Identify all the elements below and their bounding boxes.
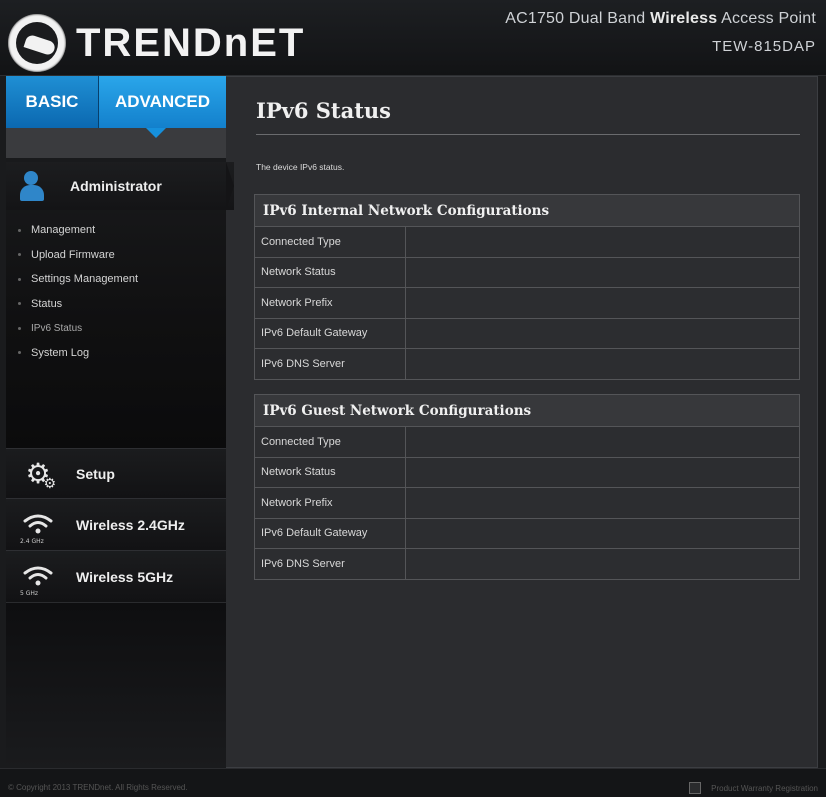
table-row: Network Prefix [254,287,800,319]
product-line: AC1750 Dual Band Wireless Access Point [505,10,816,28]
table-row: IPv6 DNS Server [254,348,800,380]
bullet-icon [18,302,21,306]
product-line-prefix: AC1750 Dual Band [505,10,651,27]
row-value [405,287,800,319]
trendnet-logo[interactable]: TRENDnET [8,14,305,72]
sidebar-item-upload-firmware[interactable]: Upload Firmware [18,243,138,268]
sidebar-item-label: IPv6 Status [31,322,83,334]
tab-indicator-strip [6,128,226,158]
sidebar-item-management[interactable]: Management [18,218,138,243]
wifi-glyph [23,566,53,585]
wireless-5ghz-label: Wireless 5GHz [76,568,174,585]
row-label: IPv6 Default Gateway [254,317,406,349]
band-label: 2.4 GHz [20,537,44,545]
sidebar-section-wireless-5ghz[interactable]: 5 GHz Wireless 5GHz [6,550,226,602]
brand-name: TRENDnET [76,21,306,65]
row-value [405,348,800,380]
ipv6-internal-table: IPv6 Internal Network Configurations Con… [254,194,800,380]
table-heading: IPv6 Guest Network Configurations [254,394,800,427]
row-value [405,548,800,580]
header: TRENDnET AC1750 Dual Band Wireless Acces… [0,0,826,76]
table-row: Network Status [254,256,800,288]
sidebar-item-label: Status [31,297,63,310]
row-label: IPv6 Default Gateway [254,517,406,549]
sidebar-section-administrator[interactable]: Administrator [6,162,234,210]
row-value [405,426,800,458]
product-line-suffix: Access Point [717,10,816,27]
sidebar-filler [6,602,226,768]
row-value [405,517,800,549]
table-row: Connected Type [254,226,800,258]
administrator-label: Administrator [70,178,162,194]
row-label: IPv6 DNS Server [254,548,406,580]
table-row: IPv6 Default Gateway [254,517,800,549]
sidebar-item-system-log[interactable]: System Log [18,341,138,366]
sidebar-item-label: Upload Firmware [31,248,115,261]
title-divider [256,134,800,135]
table-row: Network Prefix [254,487,800,519]
bullet-icon [18,253,21,257]
sidebar-item-settings-management[interactable]: Settings Management [18,267,138,292]
table-heading: IPv6 Internal Network Configurations [254,194,800,227]
gear-icon: ⚙ ⚙ [25,456,56,492]
row-value [405,256,800,288]
row-label: Network Status [254,456,406,488]
wifi-icon: 5 GHz [18,557,58,597]
row-label: Connected Type [254,426,406,458]
copyright-text: © Copyright 2013 TRENDnet. All Rights Re… [8,783,188,792]
row-value [405,317,800,349]
row-value [405,487,800,519]
footer: © Copyright 2013 TRENDnet. All Rights Re… [0,768,826,797]
table-row: Network Status [254,456,800,488]
tab-basic[interactable]: BASIC [6,76,99,128]
sidebar-item-label: Management [31,224,96,237]
sidebar-section-wireless-24ghz[interactable]: 2.4 GHz Wireless 2.4GHz [6,498,226,550]
wireless-24ghz-label: Wireless 2.4GHz [76,516,185,533]
sidebar-item-label: System Log [31,346,90,359]
bullet-icon [18,228,21,232]
table-row: Connected Type [254,426,800,458]
mode-tabs: BASIC ADVANCED [6,76,226,128]
row-value [405,456,800,488]
setup-label: Setup [76,465,115,482]
main-content: IPv6 Status The device IPv6 status. IPv6… [232,82,814,762]
registration-icon [689,782,702,794]
row-value [405,226,800,258]
row-label: IPv6 DNS Server [254,348,406,380]
sidebar-item-status[interactable]: Status [18,292,138,317]
bullet-icon [18,277,21,281]
ipv6-guest-table: IPv6 Guest Network Configurations Connec… [254,394,800,580]
wifi-glyph [23,514,53,533]
page-description: The device IPv6 status. [256,162,345,172]
wifi-icon: 2.4 GHz [18,505,58,545]
bullet-icon [18,351,21,355]
warranty-label: Product Warranty Registration [711,783,818,793]
sidebar: BASIC ADVANCED Administrator Management … [6,76,234,768]
row-label: Connected Type [254,226,406,258]
row-label: Network Prefix [254,487,406,519]
table-row: IPv6 DNS Server [254,548,800,580]
page-title: IPv6 Status [256,98,392,123]
sidebar-item-label: Settings Management [31,273,139,286]
model-number: TEW-815DAP [712,38,816,55]
row-label: Network Prefix [254,287,406,319]
sidebar-section-setup[interactable]: ⚙ ⚙ Setup [6,448,226,498]
bullet-icon [18,326,21,330]
administrator-icon [18,169,52,203]
band-label: 5 GHz [20,589,39,597]
row-label: Network Status [254,256,406,288]
table-row: IPv6 Default Gateway [254,317,800,349]
product-line-bold: Wireless [650,10,718,27]
warranty-registration-link[interactable]: Product Warranty Registration [689,782,818,794]
trendnet-logo-icon [8,14,66,72]
administrator-menu: Management Upload Firmware Settings Mana… [18,218,138,365]
sidebar-item-ipv6-status[interactable]: IPv6 Status [18,316,138,341]
tab-advanced[interactable]: ADVANCED [99,76,226,128]
